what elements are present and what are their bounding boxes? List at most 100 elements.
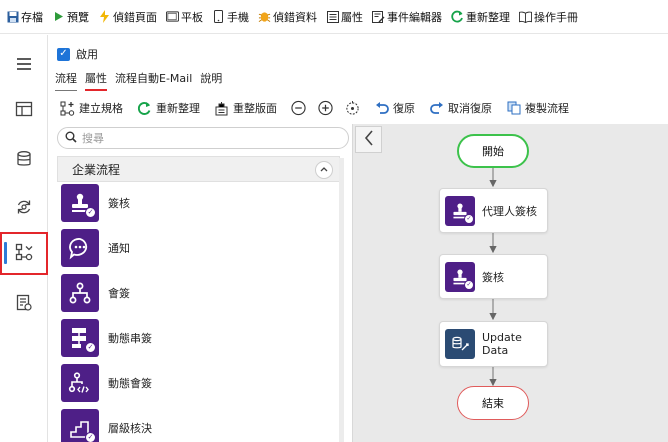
collapse-panel-button[interactable] (355, 126, 382, 153)
zoom-in-button[interactable] (318, 100, 333, 116)
flow-refresh-button[interactable]: 重新整理 (137, 100, 200, 116)
properties-icon (326, 10, 339, 23)
main-toolbar: 存檔 預覽 偵錯頁面 平板 手機 偵錯資料 屬性 事件編輯器 重新整理 操作手冊 (0, 0, 668, 34)
stairs-icon: ✓ (61, 409, 99, 442)
enable-checkbox[interactable]: ✓ (57, 47, 70, 61)
flow-start-node[interactable]: 開始 (457, 134, 529, 168)
tab-properties[interactable]: 屬性 (85, 70, 107, 91)
chat-bubble-icon (61, 229, 99, 267)
zoom-out-icon (291, 100, 306, 116)
palette-item-notify[interactable]: 通知 (61, 229, 130, 267)
palette-scrollbar[interactable] (339, 158, 344, 442)
palette-item-label: 層級核決 (108, 422, 152, 435)
palette-group-header[interactable]: 企業流程 (57, 156, 340, 182)
tablet-label: 平板 (181, 10, 203, 24)
chevron-left-icon (364, 130, 374, 149)
tab-help[interactable]: 說明 (200, 70, 222, 91)
preview-button[interactable]: 預覽 (52, 9, 89, 25)
tab-bar: 流程 屬性 流程自動E-Mail 說明 (55, 70, 222, 91)
fit-view-button[interactable] (345, 100, 360, 116)
undo-button[interactable]: 復原 (374, 100, 415, 116)
bug-icon (258, 10, 271, 23)
reorganize-button[interactable]: 重整版面 (214, 100, 277, 116)
refresh-icon (137, 101, 152, 116)
node-label: 簽核 (482, 270, 504, 284)
reorganize-icon (214, 101, 229, 116)
refresh-icon (451, 10, 464, 23)
chevron-up-icon (320, 165, 328, 175)
redo-button[interactable]: 取消復原 (429, 100, 492, 116)
palette-item-approve[interactable]: ✓ 簽核 (61, 184, 130, 222)
palette-item-dynamic-countersign[interactable]: 動態會簽 (61, 364, 152, 402)
report-button[interactable] (0, 287, 48, 321)
event-editor-icon (372, 10, 385, 23)
tablet-icon (166, 10, 179, 23)
create-spec-button[interactable]: 建立規格 (60, 100, 123, 116)
enable-label: 啟用 (76, 48, 98, 61)
properties-button[interactable]: 屬性 (326, 9, 363, 25)
database-button[interactable] (0, 143, 48, 177)
undo-label: 復原 (393, 102, 415, 115)
manual-button[interactable]: 操作手冊 (519, 9, 578, 25)
tablet-button[interactable]: 平板 (166, 9, 203, 25)
activity-palette: 搜尋 企業流程 ✓ 簽核 通知 會簽 ✓ 動態串簽 動態會簽 ✓ 層級核決 (53, 124, 353, 442)
palette-item-label: 通知 (108, 242, 130, 255)
manual-icon (519, 10, 532, 23)
phone-label: 手機 (227, 10, 249, 24)
tab-flow[interactable]: 流程 (55, 70, 77, 91)
refresh-button[interactable]: 重新整理 (451, 9, 510, 25)
save-label: 存檔 (21, 10, 43, 24)
end-label: 結束 (482, 397, 504, 410)
create-spec-label: 建立規格 (79, 102, 123, 115)
flow-button[interactable] (0, 232, 48, 275)
branch-icon (61, 274, 99, 312)
zoom-out-button[interactable] (291, 100, 306, 116)
phone-button[interactable]: 手機 (212, 9, 249, 25)
debug-page-label: 偵錯頁面 (113, 10, 157, 24)
flow-icon (15, 243, 33, 264)
layout-button[interactable] (0, 93, 48, 127)
report-icon (15, 294, 33, 315)
collapse-group-button[interactable] (315, 161, 333, 179)
debug-data-label: 偵錯資料 (273, 10, 317, 24)
stamp-icon: ✓ (61, 184, 99, 222)
flow-node-update-data[interactable]: Update Data (439, 321, 548, 367)
layout-icon (15, 100, 33, 121)
palette-group-title: 企業流程 (72, 162, 121, 177)
palette-item-countersign[interactable]: 會簽 (61, 274, 130, 312)
tab-flow-email[interactable]: 流程自動E-Mail (115, 70, 192, 91)
palette-search-input[interactable]: 搜尋 (57, 127, 349, 149)
flow-toolbar: 建立規格 重新整理 重整版面 復原 取消復原 複製流程 (60, 96, 583, 120)
sync-button[interactable] (0, 191, 48, 225)
search-placeholder: 搜尋 (82, 132, 104, 145)
flow-node-agent-approve[interactable]: ✓ 代理人簽核 (439, 188, 548, 233)
debug-page-button[interactable]: 偵錯頁面 (98, 9, 157, 25)
flow-refresh-label: 重新整理 (156, 102, 200, 115)
debug-data-button[interactable]: 偵錯資料 (258, 9, 317, 25)
stamp-icon: ✓ (445, 195, 475, 226)
undo-icon (374, 101, 389, 116)
check-icon: ✓ (464, 213, 474, 224)
event-editor-button[interactable]: 事件編輯器 (372, 9, 442, 25)
zoom-in-icon (318, 100, 333, 116)
dynamic-serial-icon: ✓ (61, 319, 99, 357)
palette-item-label: 動態會簽 (108, 377, 152, 390)
palette-item-level-approval[interactable]: ✓ 層級核決 (61, 409, 152, 442)
check-icon: ✓ (464, 279, 474, 290)
flow-node-approve[interactable]: ✓ 簽核 (439, 254, 548, 299)
flow-end-node[interactable]: 結束 (457, 386, 529, 420)
reorganize-label: 重整版面 (233, 102, 277, 115)
copy-flow-button[interactable]: 複製流程 (506, 100, 569, 116)
sync-icon (15, 198, 33, 219)
menu-button[interactable] (0, 48, 48, 82)
check-icon: ✓ (85, 342, 96, 353)
save-button[interactable]: 存檔 (6, 9, 43, 25)
enable-row: ✓ 啟用 (57, 46, 98, 62)
palette-item-label: 會簽 (108, 287, 130, 300)
create-spec-icon (60, 101, 75, 116)
palette-item-dynamic-serial[interactable]: ✓ 動態串簽 (61, 319, 152, 357)
phone-icon (212, 10, 225, 23)
manual-label: 操作手冊 (534, 10, 578, 24)
refresh-label: 重新整理 (466, 10, 510, 24)
redo-icon (429, 101, 444, 116)
